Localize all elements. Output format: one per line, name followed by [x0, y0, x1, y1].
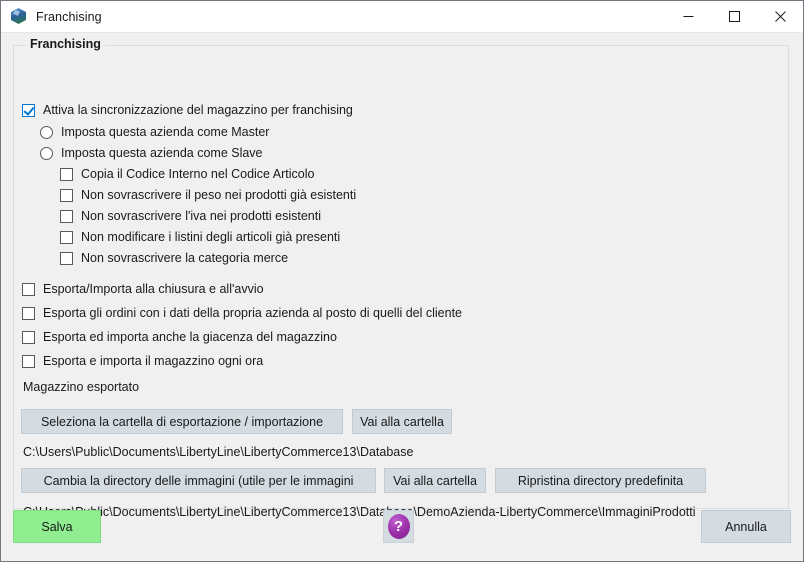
checkbox-label-esporta-giacenza: Esporta ed importa anche la giacenza del… [43, 330, 337, 344]
dialog-client-area: Franchising Attiva la sincronizzazione d… [1, 33, 803, 561]
checkbox-esporta-ordini[interactable] [22, 306, 35, 320]
checkbox-row-non-sovrascrivere-peso[interactable]: Non sovrascrivere il peso nei prodotti g… [60, 185, 356, 205]
checkbox-label-non-sovrascrivere-iva: Non sovrascrivere l'iva nei prodotti esi… [81, 209, 321, 223]
window-title: Franchising [36, 9, 102, 24]
app-cube-icon [10, 8, 27, 25]
checkbox-row-attiva-sincronizzazione[interactable]: Attiva la sincronizzazione del magazzino… [22, 100, 353, 120]
checkbox-esporta-giacenza[interactable] [22, 330, 35, 344]
radio-label-master: Imposta questa azienda come Master [61, 125, 270, 139]
close-icon[interactable] [757, 1, 803, 32]
checkbox-esporta-ogni-ora[interactable] [22, 354, 35, 368]
checkbox-row-esporta-importa-chiusura[interactable]: Esporta/Importa alla chiusura e all'avvi… [22, 279, 264, 299]
cancel-button[interactable]: Annulla [701, 510, 791, 543]
radio-imposta-slave[interactable] [40, 146, 53, 160]
change-images-directory-button[interactable]: Cambia la directory delle immagini (util… [21, 468, 376, 493]
checkbox-copia-codice-interno[interactable] [60, 167, 73, 181]
checkbox-label-attiva-sincronizzazione: Attiva la sincronizzazione del magazzino… [43, 103, 353, 117]
select-export-folder-button[interactable]: Seleziona la cartella di esportazione / … [21, 409, 343, 434]
checkbox-row-esporta-ogni-ora[interactable]: Esporta e importa il magazzino ogni ora [22, 351, 263, 371]
checkbox-non-sovrascrivere-iva[interactable] [60, 209, 73, 223]
help-button[interactable]: ? [383, 510, 414, 543]
checkbox-row-copia-codice-interno[interactable]: Copia il Codice Interno nel Codice Artic… [60, 164, 314, 184]
save-button[interactable]: Salva [13, 510, 101, 543]
checkbox-esporta-importa-chiusura[interactable] [22, 282, 35, 296]
checkbox-label-non-sovrascrivere-peso: Non sovrascrivere il peso nei prodotti g… [81, 188, 357, 202]
franchising-dialog-window: Franchising Franchising Attiva la sincro… [0, 0, 804, 562]
checkbox-row-esporta-ordini[interactable]: Esporta gli ordini con i dati della prop… [22, 303, 462, 323]
checkbox-row-non-sovrascrivere-iva[interactable]: Non sovrascrivere l'iva nei prodotti esi… [60, 206, 321, 226]
radio-imposta-master[interactable] [40, 125, 53, 139]
warehouse-exported-label: Magazzino esportato [23, 380, 140, 394]
export-path-text: C:\Users\Public\Documents\LibertyLine\Li… [23, 445, 414, 459]
checkbox-row-non-modificare-listini[interactable]: Non modificare i listini degli articoli … [60, 227, 340, 247]
checkbox-label-non-sovrascrivere-categoria: Non sovrascrivere la categoria merce [81, 251, 289, 265]
radio-row-slave[interactable]: Imposta questa azienda come Slave [40, 143, 263, 163]
checkbox-non-sovrascrivere-peso[interactable] [60, 188, 73, 202]
help-question-icon: ? [387, 514, 410, 539]
radio-row-master[interactable]: Imposta questa azienda come Master [40, 122, 269, 142]
checkbox-label-copia-codice-interno: Copia il Codice Interno nel Codice Artic… [81, 167, 315, 181]
checkbox-row-esporta-giacenza[interactable]: Esporta ed importa anche la giacenza del… [22, 327, 337, 347]
checkbox-label-esporta-importa-chiusura: Esporta/Importa alla chiusura e all'avvi… [43, 282, 264, 296]
dialog-footer: Salva ? Annulla [1, 507, 803, 561]
restore-default-directory-button[interactable]: Ripristina directory predefinita [495, 468, 706, 493]
go-to-images-folder-button[interactable]: Vai alla cartella [384, 468, 486, 493]
checkbox-label-esporta-ordini: Esporta gli ordini con i dati della prop… [43, 306, 463, 320]
checkbox-non-modificare-listini[interactable] [60, 230, 73, 244]
maximize-icon[interactable] [711, 1, 757, 32]
groupbox-legend: Franchising [26, 37, 105, 51]
title-bar: Franchising [1, 1, 803, 33]
go-to-export-folder-button[interactable]: Vai alla cartella [352, 409, 452, 434]
radio-label-slave: Imposta questa azienda come Slave [61, 146, 263, 160]
checkbox-row-non-sovrascrivere-categoria[interactable]: Non sovrascrivere la categoria merce [60, 248, 288, 268]
minimize-icon[interactable] [665, 1, 711, 32]
window-controls [665, 1, 803, 32]
checkbox-label-non-modificare-listini: Non modificare i listini degli articoli … [81, 230, 341, 244]
checkbox-non-sovrascrivere-categoria[interactable] [60, 251, 73, 265]
checkbox-label-esporta-ogni-ora: Esporta e importa il magazzino ogni ora [43, 354, 264, 368]
checkbox-attiva-sincronizzazione[interactable] [22, 103, 35, 117]
